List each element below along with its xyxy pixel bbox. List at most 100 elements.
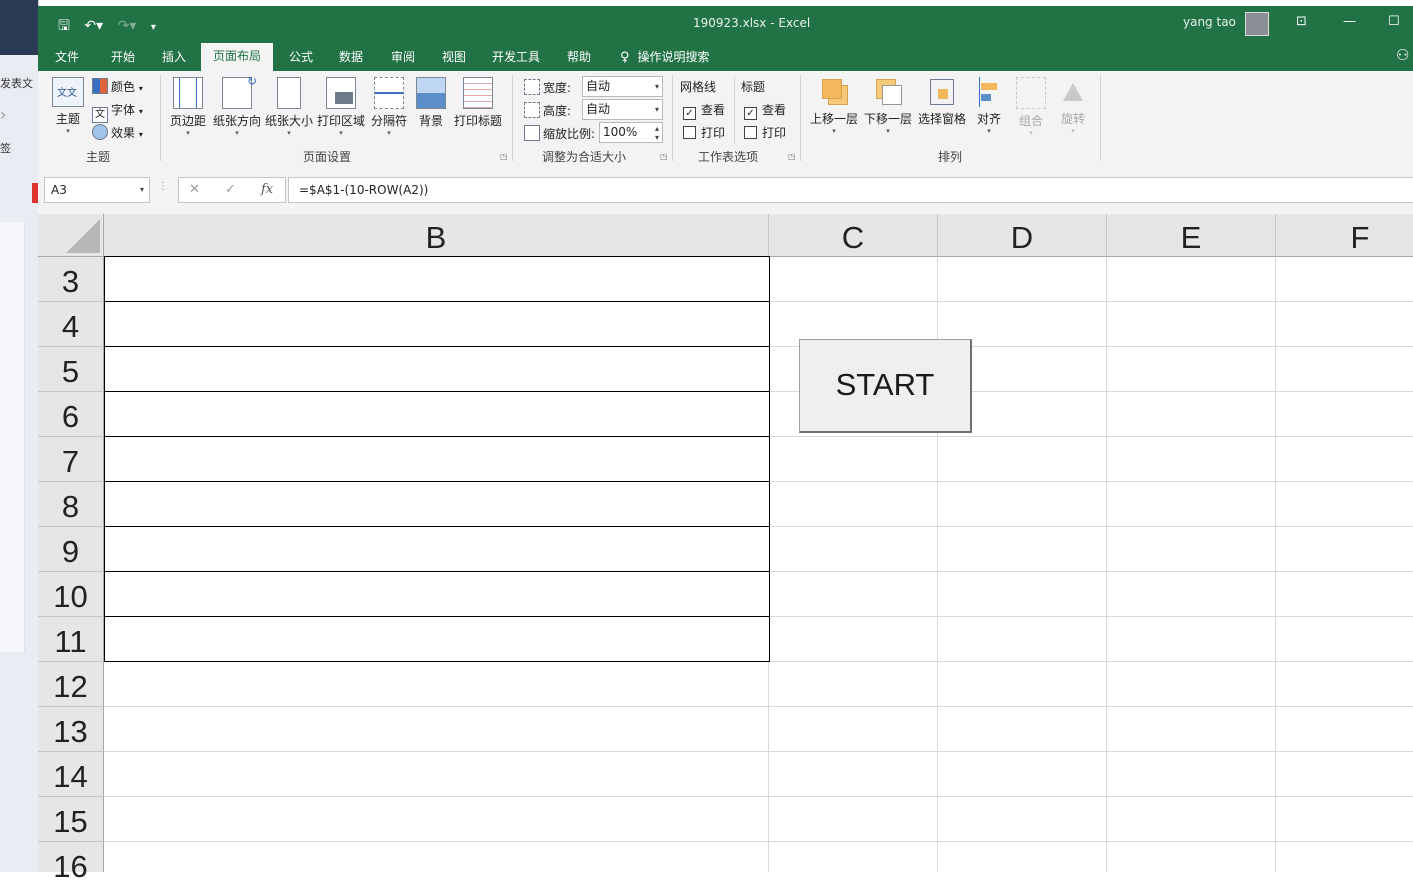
more-options-icon[interactable]: ⋮ <box>158 181 168 192</box>
theme-fonts-button[interactable]: 文字体 ▾ <box>92 101 143 123</box>
gridlines-view-checkbox[interactable]: ✓ 查看 <box>683 101 725 120</box>
cell-b6[interactable] <box>104 391 770 437</box>
window-title: 190923.xlsx - Excel <box>693 16 811 30</box>
tab-insert[interactable]: 插入 <box>162 48 186 65</box>
name-box[interactable]: A3 ▾ <box>44 177 150 203</box>
breaks-button[interactable]: 分隔符 ▾ <box>369 77 409 137</box>
customize-qat-icon[interactable]: ▾ <box>151 22 156 33</box>
cell-b4[interactable] <box>104 301 770 347</box>
row-header-15[interactable]: 15 <box>38 797 104 842</box>
user-name[interactable]: yang tao <box>1183 15 1236 29</box>
gridlines-print-checkbox[interactable]: 打印 <box>683 124 725 141</box>
row-header-9[interactable]: 9 <box>38 527 104 572</box>
width-icon <box>524 79 540 95</box>
insert-function-icon[interactable]: fx <box>261 182 273 197</box>
avatar[interactable] <box>1245 12 1269 36</box>
cell-b9[interactable] <box>104 526 770 572</box>
scale-value: 100% <box>603 125 638 139</box>
row-header-11[interactable]: 11 <box>38 617 104 662</box>
tab-view[interactable]: 视图 <box>442 48 466 65</box>
row-header-14[interactable]: 14 <box>38 752 104 797</box>
size-button[interactable]: 纸张大小 ▾ <box>264 77 314 137</box>
background-window-header <box>0 0 38 55</box>
tab-file[interactable]: 文件 <box>55 48 79 65</box>
print-titles-button[interactable]: 打印标题 <box>452 77 504 129</box>
scale-stepper[interactable]: 100% ▴ ▾ <box>599 122 663 143</box>
group-separator <box>800 75 801 161</box>
select-all-corner[interactable] <box>38 214 104 257</box>
row-header-10[interactable]: 10 <box>38 572 104 617</box>
formula-input[interactable]: =$A$1-(10-ROW(A2)) <box>288 177 1413 203</box>
height-dropdown[interactable]: 自动 ▾ <box>582 99 663 120</box>
theme-effects-button[interactable]: 效果 ▾ <box>92 124 143 141</box>
align-button[interactable]: 对齐 ▾ <box>972 77 1006 135</box>
stepper-arrows-icon[interactable]: ▴ ▾ <box>655 124 659 142</box>
row-header-16[interactable]: 16 <box>38 842 104 884</box>
headings-view-checkbox[interactable]: ✓ 查看 <box>744 101 786 120</box>
tab-data[interactable]: 数据 <box>339 48 363 65</box>
selection-pane-button[interactable]: 选择窗格 <box>916 77 968 127</box>
row-header-5[interactable]: 5 <box>38 347 104 392</box>
column-header-d[interactable]: D <box>938 214 1107 257</box>
tab-review[interactable]: 审阅 <box>391 48 415 65</box>
send-backward-button[interactable]: 下移一层 ▾ <box>862 77 914 135</box>
row-header-12[interactable]: 12 <box>38 662 104 707</box>
tab-home[interactable]: 开始 <box>111 48 135 65</box>
worksheet-grid[interactable]: B C D E F 3 4 5 6 7 8 9 10 11 12 13 14 1… <box>38 214 1413 884</box>
cell-b5[interactable] <box>104 346 770 392</box>
sheet-options-launcher-icon[interactable]: ◳ <box>788 152 796 161</box>
formula-bar-area: A3 ▾ ⋮ ✕ ✓ fx =$A$1-(10-ROW(A2)) <box>38 165 1413 214</box>
chevron-down-icon: ▾ <box>138 84 143 93</box>
chevron-down-icon[interactable]: ▾ <box>140 178 144 202</box>
enter-icon[interactable]: ✓ <box>225 182 236 197</box>
row-header-7[interactable]: 7 <box>38 437 104 482</box>
chevron-down-icon: ▾ <box>886 127 890 135</box>
cell-b8[interactable] <box>104 481 770 527</box>
headings-print-checkbox[interactable]: 打印 <box>744 124 786 141</box>
column-header-e[interactable]: E <box>1107 214 1276 257</box>
tell-me-search[interactable]: ♀ 操作说明搜索 <box>620 48 710 65</box>
undo-icon[interactable]: ↶▾ <box>84 18 103 34</box>
group-button[interactable]: 组合 ▾ <box>1014 77 1048 137</box>
scale-launcher-icon[interactable]: ◳ <box>660 152 668 161</box>
cell-b3[interactable] <box>104 256 770 302</box>
row-header-13[interactable]: 13 <box>38 707 104 752</box>
themes-button[interactable]: 文文 主题 ▾ <box>50 77 86 135</box>
width-dropdown[interactable]: 自动 ▾ <box>582 76 663 97</box>
orientation-button[interactable]: ↻ 纸张方向 ▾ <box>212 74 262 137</box>
save-icon[interactable]: 🖫 <box>58 18 70 34</box>
checkmark-icon: ✓ <box>683 107 696 120</box>
minimize-icon[interactable]: — <box>1343 14 1356 29</box>
share-icon[interactable]: ⚇ <box>1396 46 1409 64</box>
rotate-button[interactable]: 旋转 ▾ <box>1056 77 1090 135</box>
select-all-triangle-icon <box>66 219 100 253</box>
tell-me-label: 操作说明搜索 <box>637 50 710 64</box>
page-setup-launcher-icon[interactable]: ◳ <box>500 152 508 161</box>
row-header-8[interactable]: 8 <box>38 482 104 527</box>
group-separator <box>672 75 673 161</box>
cancel-icon[interactable]: ✕ <box>189 182 200 197</box>
tab-formulas[interactable]: 公式 <box>289 48 313 65</box>
cell-b10[interactable] <box>104 571 770 617</box>
bring-forward-button[interactable]: 上移一层 ▾ <box>808 77 860 135</box>
margins-button[interactable]: 页边距 ▾ <box>168 77 208 137</box>
ribbon-display-options-icon[interactable]: ⊡ <box>1296 14 1307 29</box>
row-header-6[interactable]: 6 <box>38 392 104 437</box>
cell-b11[interactable] <box>104 616 770 662</box>
background-button[interactable]: 背景 <box>413 77 449 129</box>
redo-icon[interactable]: ↷▾ <box>118 18 137 34</box>
row-header-4[interactable]: 4 <box>38 302 104 347</box>
theme-colors-button[interactable]: 颜色 ▾ <box>92 78 143 95</box>
column-header-c[interactable]: C <box>769 214 938 257</box>
tab-help[interactable]: 帮助 <box>567 48 591 65</box>
column-header-f[interactable]: F <box>1276 214 1413 257</box>
group-label: 组合 <box>1018 114 1043 128</box>
print-area-button[interactable]: 打印区域 ▾ <box>316 77 366 137</box>
start-button[interactable]: START <box>799 339 972 433</box>
row-header-3[interactable]: 3 <box>38 257 104 302</box>
cell-b7[interactable] <box>104 436 770 482</box>
column-header-b[interactable]: B <box>104 214 769 257</box>
tab-page-layout[interactable]: 页面布局 <box>201 43 274 71</box>
tab-developer[interactable]: 开发工具 <box>492 48 540 65</box>
maximize-icon[interactable]: ☐ <box>1388 14 1400 29</box>
